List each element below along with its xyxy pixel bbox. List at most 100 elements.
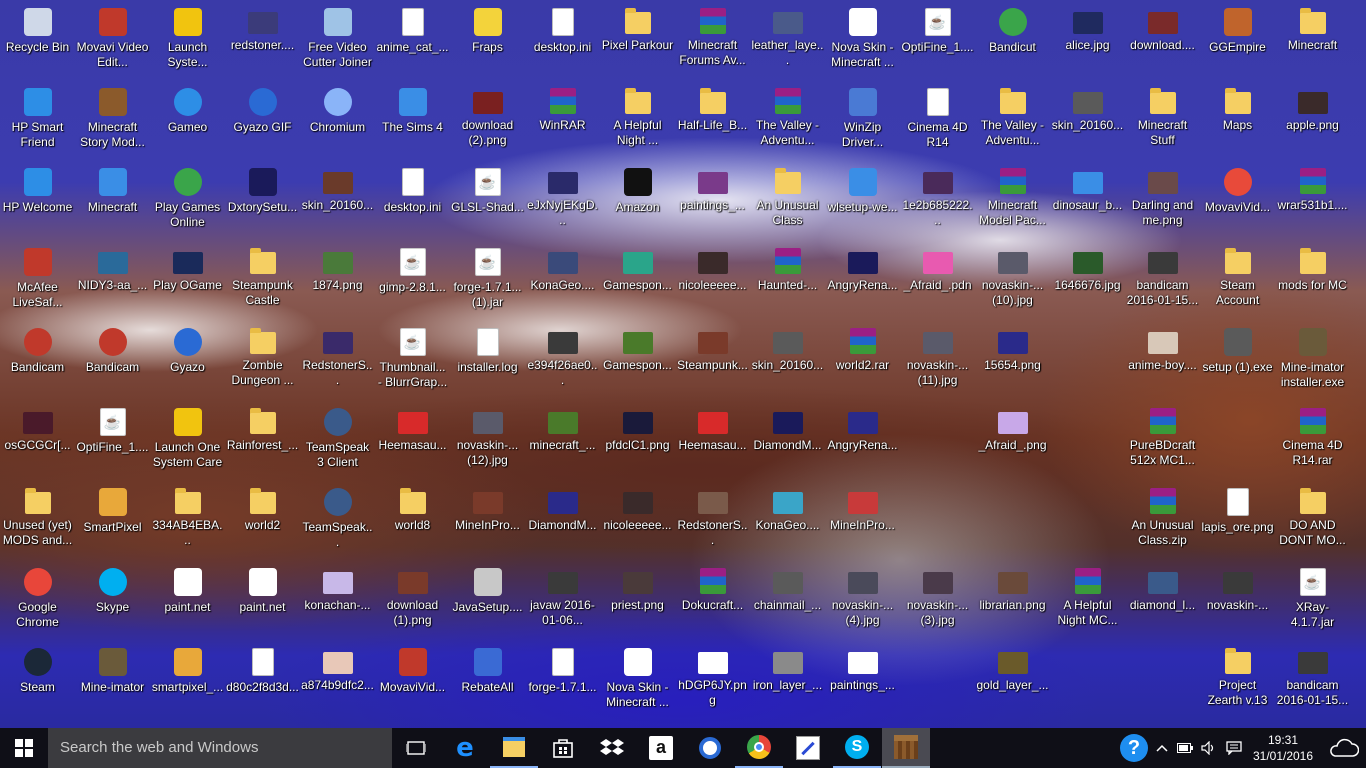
desktop-icon[interactable]: DiamondM... (750, 404, 825, 484)
desktop-icon[interactable]: Launch Syste... (150, 4, 225, 84)
desktop[interactable]: Recycle Bin Movavi Video Edit... Launch Sy… (0, 0, 1366, 728)
desktop-icon[interactable]: ☕ Thumbnail... - BlurrGrap... (375, 324, 450, 404)
task-view-button[interactable] (392, 728, 440, 768)
desktop-icon[interactable]: novaskin-... (4).jpg (825, 564, 900, 644)
desktop-icon[interactable]: world8 (375, 484, 450, 564)
desktop-icon[interactable]: ☕ XRay-4.1.7.jar (1275, 564, 1350, 644)
desktop-icon[interactable]: Darling and me.png (1125, 164, 1200, 244)
desktop-icon[interactable]: WinRAR (525, 84, 600, 164)
desktop-icon[interactable]: Chromium (300, 84, 375, 164)
desktop-icon[interactable]: Pixel Parkour (600, 4, 675, 84)
desktop-icon[interactable]: chainmail_... (750, 564, 825, 644)
desktop-icon[interactable]: MovaviVid... (375, 644, 450, 724)
desktop-icon[interactable]: ☕ OptiFine_1.... (900, 4, 975, 84)
desktop-icon[interactable]: Recycle Bin (0, 4, 75, 84)
desktop-icon[interactable]: ☕ gimp-2.8.1... (375, 244, 450, 324)
desktop-icon[interactable]: Minecraft (75, 164, 150, 244)
desktop-icon[interactable]: download.... (1125, 4, 1200, 84)
amazon-button[interactable]: a (637, 728, 685, 768)
desktop-icon[interactable]: 334AB4EBA... (150, 484, 225, 564)
desktop-icon[interactable]: Maps (1200, 84, 1275, 164)
desktop-icon[interactable]: Minecraft (1275, 4, 1350, 84)
desktop-icon[interactable]: bandicam 2016-01-15... (1275, 644, 1350, 724)
desktop-icon[interactable]: Half-Life_B... (675, 84, 750, 164)
desktop-icon[interactable]: paint.net (225, 564, 300, 644)
desktop-icon[interactable]: Nova Skin - Minecraft ... (825, 4, 900, 84)
desktop-icon[interactable]: WinZip Driver... (825, 84, 900, 164)
desktop-icon[interactable]: Launch One System Care (150, 404, 225, 484)
desktop-icon[interactable]: apple.png (1275, 84, 1350, 164)
skype-button[interactable]: S (833, 728, 881, 768)
desktop-icon[interactable]: KonaGeo.... (750, 484, 825, 564)
desktop-icon[interactable]: forge-1.7.1... (525, 644, 600, 724)
desktop-icon[interactable]: Free Video Cutter Joiner (300, 4, 375, 84)
desktop-icon[interactable]: Cinema 4D R14.rar (1275, 404, 1350, 484)
desktop-icon[interactable]: e394f26ae0... (525, 324, 600, 404)
desktop-icon[interactable]: 1874.png (300, 244, 375, 324)
desktop-icon[interactable]: RedstonerS... (300, 324, 375, 404)
desktop-icon[interactable]: DxtorySetu... (225, 164, 300, 244)
desktop-icon[interactable]: dinosaur_b... (1050, 164, 1125, 244)
desktop-icon[interactable]: RedstonerS... (675, 484, 750, 564)
minecraft-button[interactable] (882, 728, 930, 768)
desktop-icon[interactable]: Mine-imator (75, 644, 150, 724)
desktop-icon[interactable]: osGCGCr[... (0, 404, 75, 484)
desktop-icon[interactable]: librarian.png (975, 564, 1050, 644)
desktop-icon[interactable]: Minecraft Model Pac... (975, 164, 1050, 244)
desktop-icon[interactable]: Skype (75, 564, 150, 644)
desktop-icon[interactable]: installer.log (450, 324, 525, 404)
desktop-icon[interactable]: MineInPro... (825, 484, 900, 564)
desktop-icon[interactable]: Gameo (150, 84, 225, 164)
desktop-icon[interactable]: Zombie Dungeon ... (225, 324, 300, 404)
desktop-icon[interactable]: Steam Account (1200, 244, 1275, 324)
desktop-icon[interactable]: anime-boy.... (1125, 324, 1200, 404)
desktop-icon[interactable]: ☕ forge-1.7.1... (1).jar (450, 244, 525, 324)
desktop-icon[interactable]: SmartPixel (75, 484, 150, 564)
desktop-icon[interactable]: leather_laye... (750, 4, 825, 84)
desktop-icon[interactable]: _Afraid_.png (975, 404, 1050, 484)
desktop-icon[interactable]: Nova Skin - Minecraft ... (600, 644, 675, 724)
desktop-icon[interactable]: _Afraid_.pdn (900, 244, 975, 324)
desktop-icon[interactable]: bandicam 2016-01-15... (1125, 244, 1200, 324)
desktop-icon[interactable]: skin_20160... (1050, 84, 1125, 164)
desktop-icon[interactable]: 1e2b685222... (900, 164, 975, 244)
desktop-icon[interactable]: world2.rar (825, 324, 900, 404)
desktop-icon[interactable]: RebateAll (450, 644, 525, 724)
store-button[interactable] (539, 728, 587, 768)
desktop-icon[interactable]: download (2).png (450, 84, 525, 164)
desktop-icon[interactable]: Steampunk... (675, 324, 750, 404)
desktop-icon[interactable]: An Unusual Class.zip (1125, 484, 1200, 564)
start-button[interactable] (0, 728, 48, 768)
desktop-icon[interactable]: Gamespon... (600, 244, 675, 324)
desktop-icon[interactable]: Play OGame (150, 244, 225, 324)
desktop-icon[interactable]: AngryRena... (825, 404, 900, 484)
desktop-icon[interactable]: Gyazo GIF (225, 84, 300, 164)
show-hidden-icons-button[interactable] (1152, 728, 1172, 768)
desktop-icon[interactable]: skin_20160... (300, 164, 375, 244)
desktop-icon[interactable]: world2 (225, 484, 300, 564)
desktop-icon[interactable]: novaskin-... (11).jpg (900, 324, 975, 404)
desktop-icon[interactable]: novaskin-... (3).jpg (900, 564, 975, 644)
help-button[interactable]: ? (1116, 728, 1152, 768)
desktop-icon[interactable]: anime_cat_... (375, 4, 450, 84)
desktop-icon[interactable]: Fraps (450, 4, 525, 84)
edge-button[interactable]: e (441, 728, 489, 768)
desktop-icon[interactable]: GGEmpire (1200, 4, 1275, 84)
desktop-icon[interactable]: alice.jpg (1050, 4, 1125, 84)
desktop-icon[interactable]: The Valley -Adventu... (750, 84, 825, 164)
desktop-icon[interactable]: KonaGeo.... (525, 244, 600, 324)
paint-net-button[interactable] (784, 728, 832, 768)
desktop-icon[interactable]: gold_layer_... (975, 644, 1050, 724)
desktop-icon[interactable]: Heemasau... (375, 404, 450, 484)
desktop-icon[interactable]: The Sims 4 (375, 84, 450, 164)
chrome-button[interactable] (735, 728, 783, 768)
desktop-icon[interactable]: smartpixel_... (150, 644, 225, 724)
desktop-icon[interactable]: Google Chrome (0, 564, 75, 644)
desktop-icon[interactable]: Minecraft Forums Av... (675, 4, 750, 84)
desktop-icon[interactable]: Project Zearth v.13 (1200, 644, 1275, 724)
desktop-icon[interactable]: paintings_... (675, 164, 750, 244)
gyazo-button[interactable] (686, 728, 734, 768)
desktop-icon[interactable]: lapis_ore.png (1200, 484, 1275, 564)
volume-button[interactable] (1198, 728, 1220, 768)
desktop-icon[interactable]: d80c2f8d3d... (225, 644, 300, 724)
